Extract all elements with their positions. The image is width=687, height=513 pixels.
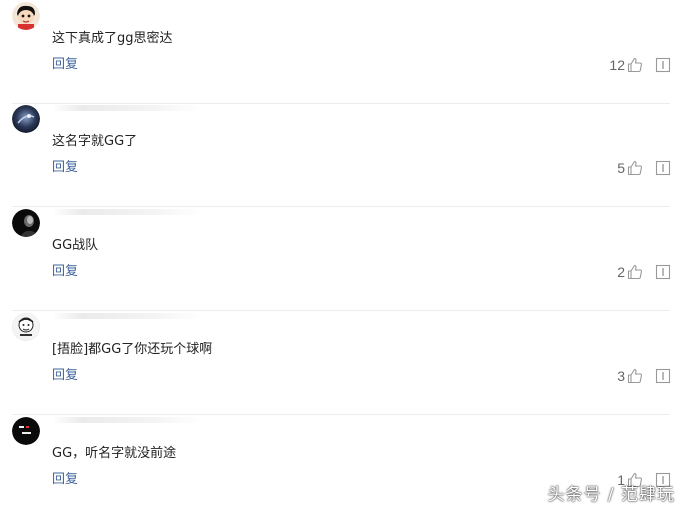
watermark: 头条号 / 范肆玩 xyxy=(547,485,675,505)
dark-portrait-avatar-icon[interactable] xyxy=(12,209,40,237)
comment-text: 这名字就GG了 xyxy=(52,134,138,149)
thumbs-up-icon[interactable] xyxy=(627,368,643,384)
comment-text: GG，听名字就没前途 xyxy=(52,446,177,461)
report-icon[interactable] xyxy=(655,368,671,384)
like-count: 3 xyxy=(617,368,625,384)
username-blurred xyxy=(52,105,202,111)
comment-item: 这下真成了gg思密达 回复 12 xyxy=(0,0,687,104)
thumbs-up-icon[interactable] xyxy=(627,160,643,176)
thumbs-up-icon[interactable] xyxy=(627,57,643,73)
comment-text: [捂脸]都GG了你还玩个球啊 xyxy=(52,342,213,357)
comment-actions: 3 xyxy=(617,366,671,386)
reply-link[interactable]: 回复 xyxy=(52,159,78,177)
report-icon[interactable] xyxy=(655,160,671,176)
reply-link[interactable]: 回复 xyxy=(52,471,78,489)
reply-link[interactable]: 回复 xyxy=(52,367,78,385)
black-text-avatar-icon[interactable] xyxy=(12,417,40,445)
comment-text: GG战队 xyxy=(52,238,99,253)
comment-actions: 5 xyxy=(617,158,671,178)
reply-link[interactable]: 回复 xyxy=(52,263,78,281)
comment-item: 这名字就GG了 回复 5 xyxy=(0,91,687,207)
username-blurred xyxy=(52,313,202,319)
cartoon-boy-avatar-icon[interactable] xyxy=(12,2,40,30)
comment-item: GG战队 回复 2 xyxy=(0,195,687,311)
reply-link[interactable]: 回复 xyxy=(52,56,78,74)
username-blurred xyxy=(52,209,202,215)
dark-space-avatar-icon[interactable] xyxy=(12,105,40,133)
comment-item: [捂脸]都GG了你还玩个球啊 回复 3 xyxy=(0,299,687,415)
thumbs-up-icon[interactable] xyxy=(627,264,643,280)
like-count: 2 xyxy=(617,264,625,280)
like-count: 12 xyxy=(609,57,625,73)
meme-face-avatar-icon[interactable] xyxy=(12,313,40,341)
report-icon[interactable] xyxy=(655,264,671,280)
report-icon[interactable] xyxy=(655,57,671,73)
like-count: 5 xyxy=(617,160,625,176)
comment-actions: 2 xyxy=(617,262,671,282)
comment-text: 这下真成了gg思密达 xyxy=(52,31,173,46)
username-blurred xyxy=(52,417,202,423)
comment-actions: 12 xyxy=(609,55,671,75)
